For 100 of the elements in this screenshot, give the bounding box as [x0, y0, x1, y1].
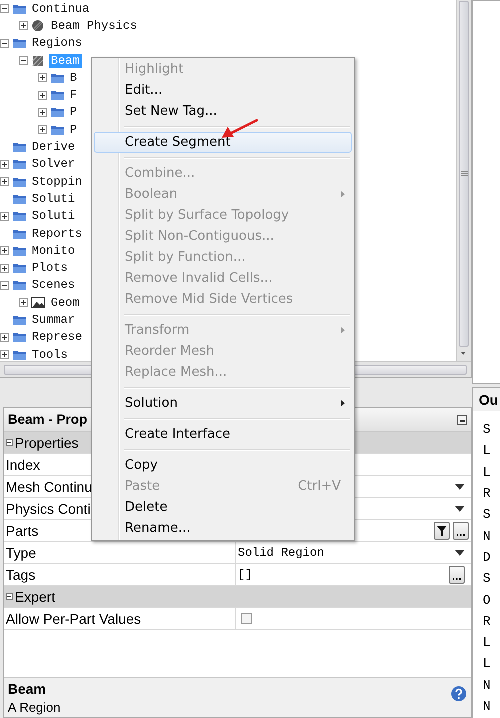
output-line: L	[483, 464, 491, 480]
expand-toggle[interactable]	[0, 177, 9, 186]
folder-icon	[12, 348, 27, 361]
output-line: N	[483, 678, 491, 693]
sphere-icon	[31, 20, 46, 32]
expand-toggle[interactable]	[0, 160, 9, 169]
tree-item[interactable]: Monito	[30, 244, 78, 258]
tree-item[interactable]: Beam Physics	[49, 18, 140, 33]
tree-item[interactable]: Reports	[30, 226, 84, 240]
dropdown-arrow-icon[interactable]	[455, 484, 465, 490]
folder-icon	[12, 141, 27, 154]
output-line: O	[483, 592, 491, 608]
checkbox[interactable]	[241, 613, 252, 624]
tree-item[interactable]: P	[68, 122, 80, 137]
expand-toggle[interactable]	[0, 350, 9, 360]
output-line: N	[483, 699, 491, 714]
expand-toggle[interactable]	[0, 264, 9, 273]
folder-icon	[50, 106, 65, 118]
panel-title: Beam - Prop	[8, 412, 88, 427]
folder-icon	[12, 279, 27, 292]
ellipsis-button[interactable]	[453, 522, 469, 540]
expand-toggle[interactable]	[19, 298, 28, 308]
output-line: R	[483, 486, 491, 502]
folder-icon	[12, 331, 27, 344]
property-name: Tags	[4, 564, 236, 585]
dropdown-arrow-icon[interactable]	[455, 550, 465, 556]
tree-item[interactable]: Regions	[30, 36, 84, 50]
landscape-icon	[31, 296, 46, 309]
section-label: Properties	[15, 434, 79, 450]
menu-item[interactable]: Solution	[94, 393, 352, 414]
minimize-button[interactable]	[457, 414, 467, 424]
dropdown-arrow-icon[interactable]	[455, 506, 465, 512]
tree-item[interactable]: B	[68, 70, 80, 85]
folder-icon	[12, 244, 27, 257]
output-line: N	[483, 528, 491, 544]
folder-icon	[12, 210, 27, 222]
folder-icon	[12, 192, 27, 205]
expand-toggle[interactable]	[38, 108, 47, 117]
property-name: Type	[4, 542, 236, 563]
tree-item[interactable]: Solver	[30, 157, 78, 172]
help-icon[interactable]	[451, 686, 467, 702]
tree-item[interactable]: Geom	[49, 296, 82, 310]
expand-toggle[interactable]	[0, 246, 9, 256]
filter-button[interactable]	[434, 522, 450, 540]
output-line: S	[483, 507, 491, 522]
output-line: R	[483, 614, 491, 629]
folder-icon	[12, 176, 27, 188]
folder-icon	[12, 2, 27, 15]
output-line: L	[483, 656, 491, 672]
expand-toggle[interactable]	[38, 90, 47, 100]
tree-item[interactable]: Stoppin	[30, 174, 84, 189]
expand-toggle[interactable]	[0, 280, 9, 290]
tree-item[interactable]: Summar	[30, 312, 78, 327]
grip-icon	[460, 171, 468, 177]
filter-icon	[437, 526, 447, 536]
vertical-scrollbar[interactable]	[456, 0, 471, 361]
tree-item[interactable]: Tools	[30, 348, 70, 361]
output-line: S	[483, 571, 491, 586]
tree-item[interactable]: F	[68, 88, 80, 102]
output-title: Ou	[472, 387, 500, 411]
expand-toggle[interactable]	[38, 73, 47, 82]
expand-toggle[interactable]	[0, 212, 9, 221]
menu-item[interactable]: Create Segment	[94, 132, 352, 153]
folder-icon	[12, 37, 27, 50]
folder-icon	[12, 262, 27, 274]
output-line: S	[483, 422, 491, 438]
expand-toggle[interactable]	[0, 332, 9, 342]
collapse-toggle[interactable]	[6, 439, 13, 446]
tree-item[interactable]: Continua	[30, 2, 92, 16]
menu-item[interactable]: Edit...	[94, 80, 352, 101]
folder-icon	[50, 124, 65, 136]
menu-item[interactable]: Set New Tag...	[94, 101, 352, 122]
section-label: Expert	[15, 588, 56, 604]
tree-item[interactable]: Plots	[30, 261, 70, 276]
tree-item[interactable]: Derive	[30, 140, 78, 154]
folder-icon	[12, 228, 27, 240]
description-text: A Region	[8, 700, 61, 715]
folder-icon	[12, 314, 27, 326]
ellipsis-button[interactable]	[449, 566, 465, 584]
output-line: L	[483, 443, 491, 458]
property-value: []	[238, 568, 252, 582]
tree-item[interactable]: Soluti	[30, 209, 78, 224]
folder-icon	[50, 72, 65, 84]
menu-item[interactable]: Create Interface	[94, 424, 352, 445]
expand-toggle[interactable]	[19, 21, 28, 30]
tree-item[interactable]: P	[68, 105, 80, 120]
property-value: Solid Region	[238, 546, 324, 560]
tree-item[interactable]: Soluti	[30, 192, 78, 206]
hatched-square-icon	[31, 54, 46, 67]
tree-item[interactable]: Scenes	[30, 278, 78, 292]
output-line: L	[483, 635, 491, 650]
expand-toggle[interactable]	[19, 56, 28, 66]
tree-item[interactable]: Represe	[30, 330, 84, 344]
folder-icon	[12, 158, 27, 170]
shortcut-label: Ctrl+V	[298, 479, 341, 494]
expand-toggle[interactable]	[38, 125, 47, 134]
expand-toggle[interactable]	[0, 38, 9, 48]
output-line: D	[483, 550, 491, 565]
expand-toggle[interactable]	[0, 4, 9, 14]
collapse-toggle[interactable]	[6, 593, 13, 600]
